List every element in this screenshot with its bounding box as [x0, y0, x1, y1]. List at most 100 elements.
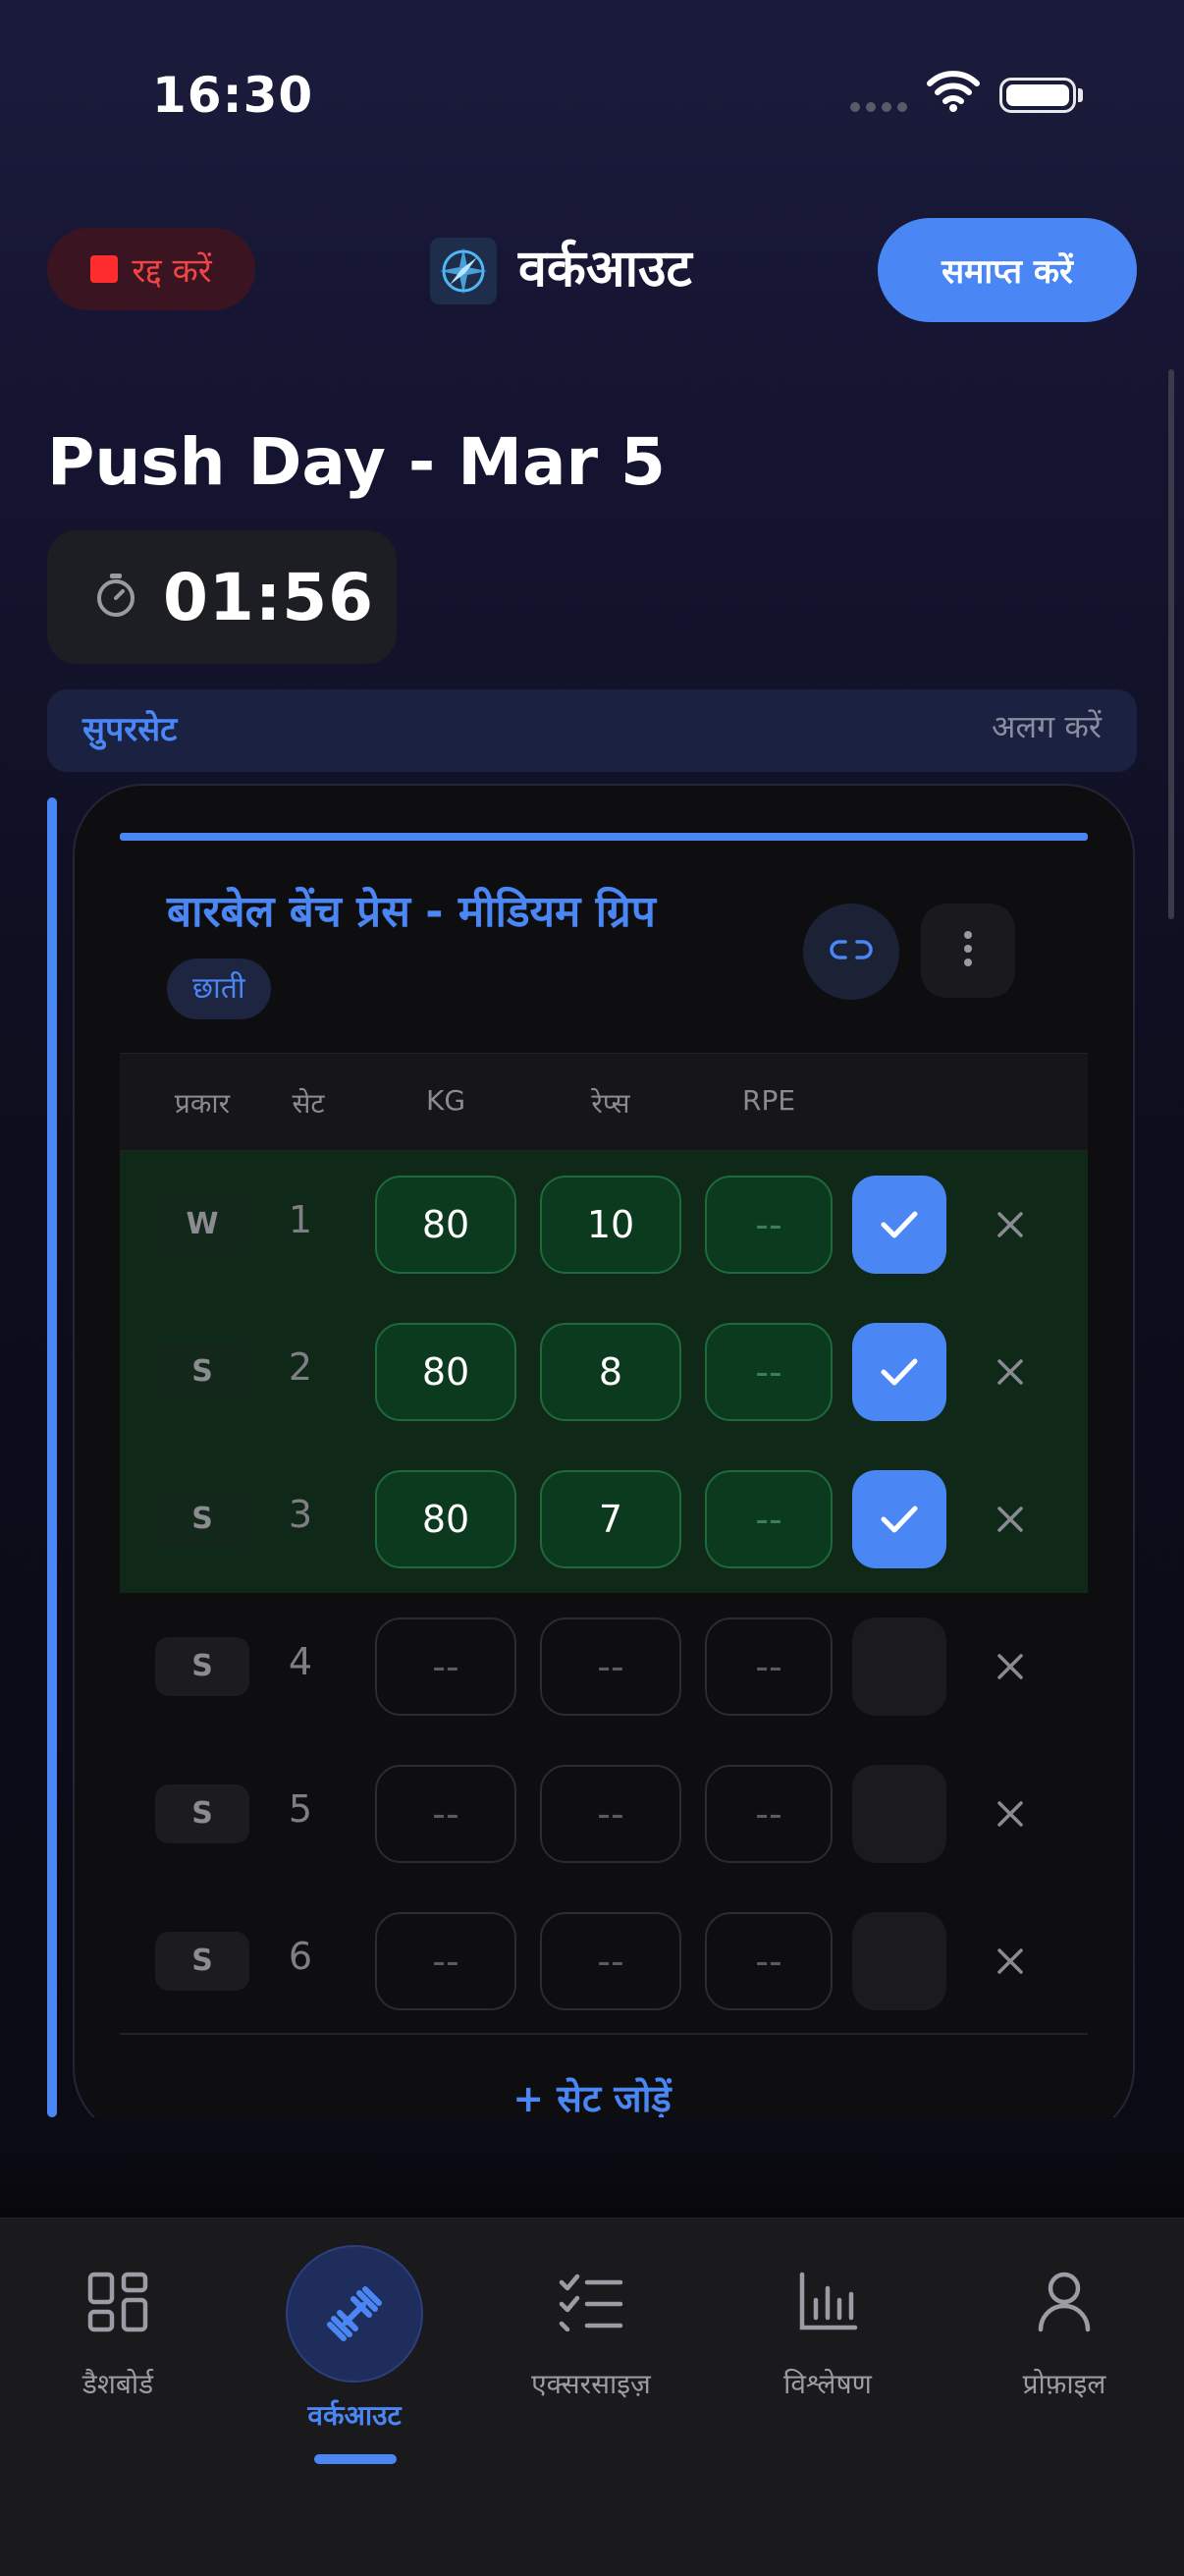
finish-workout-button[interactable]: समाप्त करें [878, 218, 1137, 322]
nav-label: एक्सरसाइज़ [531, 2368, 651, 2400]
battery-tip [1078, 88, 1083, 102]
set-type-badge[interactable]: S [155, 1784, 249, 1843]
column-reps: रेप्स [591, 1087, 630, 1120]
cancel-workout-button[interactable]: रद्द करें [47, 228, 255, 310]
bar-chart-icon [779, 2253, 877, 2351]
rpe-input[interactable]: -- [705, 1912, 833, 2010]
dumbbell-icon [286, 2245, 423, 2383]
complete-set-checkbox[interactable] [852, 1176, 946, 1274]
reps-input[interactable]: -- [540, 1912, 681, 2010]
delete-set-button[interactable] [986, 1347, 1035, 1397]
set-type-badge[interactable]: S [155, 1343, 249, 1401]
set-row: S 4 -- -- -- [120, 1593, 1088, 1740]
reps-input[interactable]: 10 [540, 1176, 681, 1274]
close-icon [997, 1507, 1023, 1532]
complete-set-checkbox[interactable] [852, 1470, 946, 1568]
close-icon [997, 1948, 1023, 1974]
rpe-input[interactable]: -- [705, 1176, 833, 1274]
nav-item-profile[interactable]: प्रोफ़ाइल [946, 2218, 1182, 2473]
column-rpe: RPE [741, 1084, 796, 1117]
compass-logo-icon [430, 238, 497, 304]
delete-set-button[interactable] [986, 1937, 1035, 1986]
rpe-input[interactable]: -- [705, 1323, 833, 1421]
reps-input[interactable]: -- [540, 1765, 681, 1863]
weight-input[interactable]: 80 [375, 1470, 516, 1568]
reps-input[interactable]: 7 [540, 1470, 681, 1568]
person-icon [1015, 2253, 1113, 2351]
set-number: 6 [288, 1935, 313, 1978]
complete-set-checkbox[interactable] [852, 1323, 946, 1421]
checkmark-icon [881, 1506, 918, 1533]
set-number: 1 [288, 1198, 313, 1241]
set-type-badge[interactable]: S [155, 1637, 249, 1696]
complete-set-checkbox[interactable] [852, 1617, 946, 1716]
close-icon [997, 1654, 1023, 1679]
delete-set-button[interactable] [986, 1200, 1035, 1249]
set-number: 3 [288, 1493, 313, 1536]
nav-item-exercises[interactable]: एक्सरसाइज़ [473, 2218, 709, 2473]
nav-item-dashboard[interactable]: डैशबोर्ड [0, 2218, 236, 2473]
weight-input[interactable]: -- [375, 1912, 516, 2010]
column-set: सेट [292, 1087, 325, 1120]
card-accent-bar [120, 833, 1088, 841]
nav-item-analytics[interactable]: विश्लेषण [710, 2218, 945, 2473]
separate-superset-button[interactable]: अलग करें [992, 705, 1102, 747]
stop-icon [90, 255, 119, 283]
divider [120, 2033, 1088, 2035]
checkmark-icon [881, 1358, 918, 1386]
weight-input[interactable]: -- [375, 1617, 516, 1716]
superset-bar [47, 689, 1137, 772]
cellular-signal-icon [850, 102, 907, 114]
set-number: 4 [288, 1640, 313, 1683]
muscle-group-badge: छाती [167, 959, 271, 1019]
page-title: वर्कआउट [518, 240, 692, 299]
complete-set-checkbox[interactable] [852, 1765, 946, 1863]
weight-input[interactable]: -- [375, 1765, 516, 1863]
set-row: W 1 80 10 -- [120, 1151, 1088, 1298]
rpe-input[interactable]: -- [705, 1765, 833, 1863]
scrollbar[interactable] [1168, 369, 1174, 919]
battery-icon [999, 78, 1076, 113]
weight-input[interactable]: 80 [375, 1323, 516, 1421]
active-tab-indicator [314, 2454, 397, 2464]
wifi-icon [927, 69, 980, 116]
superset-indicator-line [47, 797, 57, 2117]
more-options-button[interactable] [921, 904, 1015, 998]
cancel-label: रद्द करें [132, 251, 212, 291]
exercise-name[interactable]: बारबेल बेंच प्रेस - मीडियम ग्रिप [167, 880, 656, 939]
set-row: S 3 80 7 -- [120, 1446, 1088, 1593]
set-type-badge[interactable]: S [155, 1932, 249, 1991]
set-number: 5 [288, 1787, 313, 1831]
nav-label: प्रोफ़ाइल [1022, 2368, 1106, 2400]
nav-item-workout[interactable]: वर्कआउट [237, 2218, 472, 2473]
set-type-badge[interactable]: S [155, 1490, 249, 1549]
delete-set-button[interactable] [986, 1642, 1035, 1691]
reps-input[interactable]: 8 [540, 1323, 681, 1421]
stopwatch-icon [94, 572, 137, 623]
workout-title[interactable]: Push Day - Mar 5 [47, 424, 666, 500]
complete-set-checkbox[interactable] [852, 1912, 946, 2010]
delete-set-button[interactable] [986, 1495, 1035, 1544]
nav-label: डैशबोर्ड [81, 2368, 154, 2400]
column-type: प्रकार [174, 1087, 231, 1120]
column-kg: KG [425, 1084, 466, 1117]
weight-input[interactable]: 80 [375, 1176, 516, 1274]
delete-set-button[interactable] [986, 1789, 1035, 1838]
workout-timer: 01:56 [47, 530, 397, 664]
status-time: 16:30 [152, 67, 314, 124]
set-number: 2 [288, 1345, 313, 1389]
set-type-badge[interactable]: W [155, 1195, 249, 1254]
nav-label: वर्कआउट [307, 2399, 402, 2432]
reps-input[interactable]: -- [540, 1617, 681, 1716]
set-row: S 5 -- -- -- [120, 1740, 1088, 1888]
checklist-icon [542, 2253, 640, 2351]
more-vertical-icon [963, 929, 973, 972]
timer-value: 01:56 [163, 559, 375, 635]
rpe-input[interactable]: -- [705, 1470, 833, 1568]
rpe-input[interactable]: -- [705, 1617, 833, 1716]
close-icon [997, 1212, 1023, 1237]
close-icon [997, 1359, 1023, 1385]
set-row: S 2 80 8 -- [120, 1298, 1088, 1446]
add-set-button[interactable]: + सेट जोड़ें [0, 2072, 1184, 2123]
superset-link-button[interactable] [803, 904, 899, 1000]
